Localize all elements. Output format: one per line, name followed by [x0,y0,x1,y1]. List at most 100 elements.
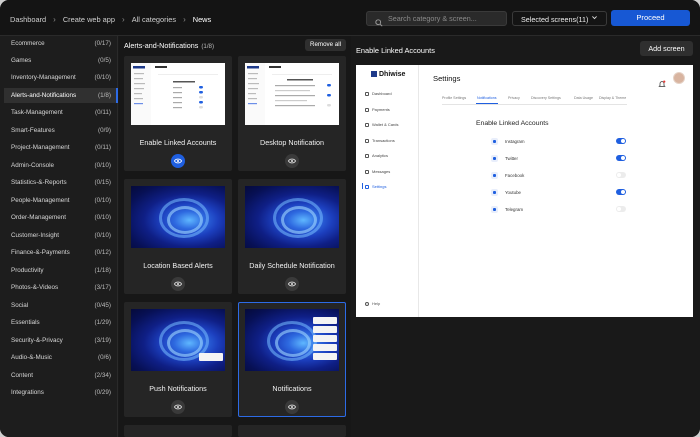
settings-icon [365,184,369,189]
sidebar-item-label: Smart-Features [11,127,55,134]
preview-eye-button[interactable] [285,400,299,414]
sidebar-item-security-privacy[interactable]: Security-&-Privacy (3/19) [4,333,118,348]
sidebar-item-ecommerce[interactable]: Ecommerce (0/17) [4,36,118,51]
account-toggle [616,172,626,178]
sidebar-item-count: (0/10) [94,197,111,204]
sidebar-item-smart-features[interactable]: Smart-Features (0/9) [4,123,118,138]
sidebar-item-integrations[interactable]: Integrations (0/29) [4,385,118,400]
proceed-button[interactable]: Proceed [611,10,690,26]
sidebar-item-games[interactable]: Games (0/5) [4,53,118,68]
screen-card-label: Location Based Alerts [143,261,213,270]
sidebar-item-alerts-and-notifications[interactable]: Alerts-and-Notifications (1/8) [4,88,118,103]
sidebar-item-label: Essentials [11,319,40,326]
remove-all-button[interactable]: Remove all [305,39,346,51]
sidebar-item-count: (2/34) [94,372,111,379]
preview-nav-item-active: Settings [361,183,386,189]
screen-card-selected[interactable]: Notifications [238,302,346,417]
sidebar-item-count: (0/12) [94,249,111,256]
screen-card[interactable]: Push Notifications [124,302,232,417]
screen-card[interactable]: Daily Schedule Notification [238,179,346,294]
sidebar-item-photos-videos[interactable]: Photos-&-Videos (3/17) [4,280,118,295]
sidebar-item-label: Task-Management [11,109,63,116]
preview-nav-item: Wallet & Cards [365,122,399,127]
screen-thumbnail [131,63,225,125]
sidebar-item-count: (0/11) [95,144,111,151]
sidebar-item-count: (3/17) [94,284,111,291]
sidebar-item-order-management[interactable]: Order-Management (0/10) [4,210,118,225]
linked-account-row: Facebook [491,171,626,181]
account-name: Facebook [505,173,525,178]
analytics-icon [365,153,369,158]
screen-card[interactable]: Enable Linked Accounts [124,56,232,171]
sidebar-item-social[interactable]: Social (0/45) [4,298,118,313]
sidebar-item-people-management[interactable]: People-Management (0/10) [4,193,118,208]
sidebar-item-statistics-reports[interactable]: Statistics-&-Reports (0/15) [4,175,118,190]
linked-account-row: Twitter [491,154,626,164]
screen-card[interactable]: Desktop Notification [238,56,346,171]
preview-eye-button[interactable] [285,154,299,168]
sidebar-item-inventory-management[interactable]: Inventory-Management (0/10) [4,70,118,85]
sidebar-item-count: (0/10) [94,214,111,221]
breadcrumb-all-categories[interactable]: All categories [132,15,176,24]
preview-nav-item: Dashboard [365,91,392,96]
account-name: Youtube [505,190,521,195]
app-window: Dashboard › Create web app › All categories ›… [0,0,700,437]
screen-thumbnail [245,309,339,371]
sidebar-item-label: Games [11,57,32,64]
preview-logo: Dhiwise [371,71,405,78]
preview-eye-button[interactable] [171,400,185,414]
sidebar-item-audio-music[interactable]: Audio-&-Music (0/6) [4,350,118,365]
sidebar-item-project-management[interactable]: Project-Management (0/11) [4,140,118,155]
screen-card[interactable]: Location Based Alerts [124,179,232,294]
sidebar-item-task-management[interactable]: Task-Management (0/11) [4,105,118,120]
sidebar-item-label: Audio-&-Music [11,354,52,361]
preview-title: Enable Linked Accounts [356,46,435,55]
eye-icon [288,281,296,287]
logo-text: Dhiwise [379,71,406,78]
sidebar-item-label: Admin-Console [11,162,55,169]
preview-eye-button[interactable] [171,154,185,168]
sidebar-item-label: Integrations [11,389,44,396]
top-bar: Dashboard › Create web app › All categories ›… [0,0,700,36]
eye-icon [174,158,182,164]
screen-card-label: Daily Schedule Notification [249,261,335,270]
bell-icon [658,75,666,93]
sidebar-item-essentials[interactable]: Essentials (1/29) [4,315,118,330]
sidebar-item-label: Ecommerce [11,40,45,47]
sidebar-item-finance-payments[interactable]: Finance-&-Payments (0/12) [4,245,118,260]
sidebar-item-count: (0/15) [94,179,111,186]
selected-screens-dropdown[interactable]: Selected screens(11) [512,11,607,26]
sidebar-item-label: Security-&-Privacy [11,337,63,344]
sidebar-item-label: Social [11,302,29,309]
screen-card[interactable] [238,425,346,437]
sidebar-item-admin-console[interactable]: Admin-Console (0/10) [4,158,118,173]
search-box[interactable] [366,11,507,27]
breadcrumb-create-web-app[interactable]: Create web app [63,15,115,24]
add-screen-button[interactable]: Add screen [640,41,693,56]
wallpaper-image [245,186,339,248]
preview-eye-button[interactable] [285,277,299,291]
sidebar-item-count: (0/29) [94,389,111,396]
help-icon [365,301,369,306]
search-input[interactable] [388,13,503,24]
linked-account-row: Youtube [491,188,626,198]
screen-thumbnail [131,186,225,248]
tab-privacy: Privacy [508,96,520,100]
sidebar-item-productivity[interactable]: Productivity (1/18) [4,263,118,278]
sidebar-item-customer-insight[interactable]: Customer-Insight (0/10) [4,228,118,243]
sidebar-item-content[interactable]: Content (2/34) [4,368,118,383]
account-toggle [616,138,626,144]
tab-display-theme: Display & Theme [599,96,627,100]
sidebar-item-count: (0/9) [98,127,111,134]
screen-card[interactable] [124,425,232,437]
sidebar-item-label: Customer-Insight [11,232,59,239]
linked-account-row: Instagram [491,137,626,147]
payments-icon [365,107,369,112]
sidebar-item-count: (0/5) [98,57,111,64]
category-sidebar: Ecommerce (0/17) Games (0/5) Inventory-Man… [0,36,118,437]
breadcrumb-dashboard[interactable]: Dashboard [10,15,46,24]
preview-eye-button[interactable] [171,277,185,291]
tab-profile-settings: Profile Settings [442,96,467,100]
dashboard-icon [365,91,369,96]
wallpaper-image [131,309,225,371]
